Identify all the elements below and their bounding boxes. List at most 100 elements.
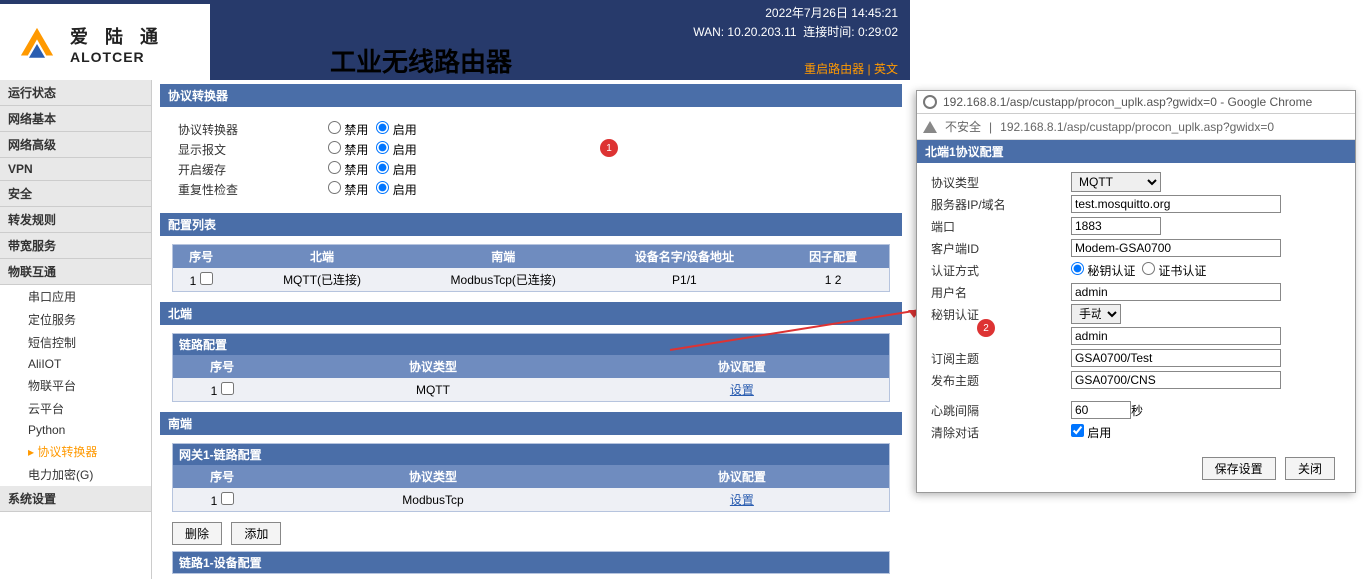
warning-icon <box>923 121 937 133</box>
nrow-idx: 1 <box>211 384 218 398</box>
row-cause: 1 2 <box>777 270 889 290</box>
lang-link[interactable]: 英文 <box>874 62 898 76</box>
col-north: 北端 <box>229 245 415 268</box>
row-north: MQTT(已连接) <box>229 268 415 291</box>
logo-area: 爱 陆 通 ALOTCER <box>0 4 210 84</box>
srow-idx: 1 <box>211 494 218 508</box>
table-row: 1 ModbusTcp 设置 <box>173 488 889 511</box>
radio-auth-secret[interactable] <box>1071 262 1084 275</box>
lbl-secret: 秘钥认证 <box>931 306 1071 323</box>
lbl-port: 端口 <box>931 218 1071 235</box>
south-config-link[interactable]: 设置 <box>730 493 754 507</box>
panel-link: 链路配置 <box>173 334 889 355</box>
nrow-proto: MQTT <box>271 380 595 400</box>
lbl-server: 服务器IP/域名 <box>931 196 1071 213</box>
north-config-link[interactable]: 设置 <box>730 383 754 397</box>
section-north: 北端 <box>160 302 902 325</box>
nav-forward[interactable]: 转发规则 <box>0 207 151 233</box>
nav-system[interactable]: 系统设置 <box>0 486 151 512</box>
input-subtopic[interactable] <box>1071 349 1281 367</box>
opt-converter-enable[interactable] <box>376 121 389 134</box>
input-heartbeat[interactable] <box>1071 401 1131 419</box>
srow-proto: ModbusTcp <box>271 490 595 510</box>
opt-dupcheck-enable[interactable] <box>376 181 389 194</box>
lbl-clientid: 客户端ID <box>931 240 1071 257</box>
nav-location[interactable]: 定位服务 <box>0 308 151 331</box>
check-clear[interactable] <box>1071 424 1084 437</box>
col3-proto: 协议类型 <box>271 465 595 488</box>
select-proto[interactable]: MQTT <box>1071 172 1161 192</box>
opt-converter-label: 协议转换器 <box>178 121 328 138</box>
delete-button[interactable]: 删除 <box>172 522 222 545</box>
lbl-subtopic: 订阅主题 <box>931 350 1071 367</box>
opt-show-msg-label: 显示报文 <box>178 141 328 158</box>
lbl-heartbeat: 心跳间隔 <box>931 402 1071 419</box>
input-user[interactable] <box>1071 283 1281 301</box>
opt-cache-enable[interactable] <box>376 161 389 174</box>
panel-last: 链路1-设备配置 <box>173 552 889 573</box>
brand-en: ALOTCER <box>70 49 164 65</box>
panel-gw: 网关1-链路配置 <box>173 444 889 465</box>
popup-title: 192.168.8.1/asp/custapp/procon_uplk.asp?… <box>943 95 1312 109</box>
popup-url: 192.168.8.1/asp/custapp/procon_uplk.asp?… <box>1000 120 1274 134</box>
nav-security[interactable]: 安全 <box>0 181 151 207</box>
nav-aliiot[interactable]: AliIOT <box>0 354 151 374</box>
nav-bandwidth[interactable]: 带宽服务 <box>0 233 151 259</box>
row-idx: 1 <box>190 274 197 288</box>
section-list: 配置列表 <box>160 213 902 236</box>
col-dev: 设备名字/设备地址 <box>591 245 777 268</box>
input-server[interactable] <box>1071 195 1281 213</box>
wan-info: WAN: 10.20.203.11 <box>693 25 796 39</box>
nav-python[interactable]: Python <box>0 420 151 440</box>
lbl-clear: 清除对话 <box>931 424 1071 441</box>
brand-cn: 爱 陆 通 <box>70 23 164 49</box>
nav-netbasic[interactable]: 网络基本 <box>0 106 151 132</box>
opt-converter-disable[interactable] <box>328 121 341 134</box>
sidebar: 运行状态 网络基本 网络高级 VPN 安全 转发规则 带宽服务 物联互通 串口应… <box>0 80 152 579</box>
logo-icon <box>14 21 60 67</box>
save-button[interactable]: 保存设置 <box>1202 457 1276 480</box>
opt-show-msg-enable[interactable] <box>376 141 389 154</box>
nav-netadv[interactable]: 网络高级 <box>0 132 151 158</box>
radio-auth-cert[interactable] <box>1142 262 1155 275</box>
input-port[interactable] <box>1071 217 1161 235</box>
table-row: 1 MQTT 设置 <box>173 378 889 401</box>
restart-link[interactable]: 重启路由器 <box>804 62 864 76</box>
opt-show-msg-disable[interactable] <box>328 141 341 154</box>
page-title: 工业无线路由器 <box>330 42 512 80</box>
nav-protocol-converter[interactable]: 协议转换器 <box>0 440 151 463</box>
opt-cache-disable[interactable] <box>328 161 341 174</box>
col2-idx: 序号 <box>173 355 271 378</box>
conn-time: 连接时间: 0:29:02 <box>803 25 898 39</box>
input-clientid[interactable] <box>1071 239 1281 257</box>
datetime: 2022年7月26日 14:45:21 <box>693 4 898 23</box>
lbl-user: 用户名 <box>931 284 1071 301</box>
nrow-check[interactable] <box>221 382 234 395</box>
marker-2: 2 <box>977 319 995 337</box>
section-protocol: 协议转换器 <box>160 84 902 107</box>
nav-iot[interactable]: 物联互通 <box>0 259 151 285</box>
add-button[interactable]: 添加 <box>231 522 281 545</box>
opt-dupcheck-disable[interactable] <box>328 181 341 194</box>
nav-runtime[interactable]: 运行状态 <box>0 80 151 106</box>
col2-cfg: 协议配置 <box>595 355 889 378</box>
section-south: 南端 <box>160 412 902 435</box>
nav-serial[interactable]: 串口应用 <box>0 285 151 308</box>
nav-cloud[interactable]: 云平台 <box>0 397 151 420</box>
input-pubtopic[interactable] <box>1071 371 1281 389</box>
opt-cache-label: 开启缓存 <box>178 161 328 178</box>
nav-sms[interactable]: 短信控制 <box>0 331 151 354</box>
opt-dupcheck-label: 重复性检查 <box>178 181 328 198</box>
nav-power[interactable]: 电力加密(G) <box>0 463 151 486</box>
lbl-proto: 协议类型 <box>931 174 1071 191</box>
select-secret-mode[interactable]: 手动 <box>1071 304 1121 324</box>
row-dev: P1/1 <box>591 270 777 290</box>
input-secret[interactable] <box>1071 327 1281 345</box>
srow-check[interactable] <box>221 492 234 505</box>
row-check[interactable] <box>200 272 213 285</box>
nav-vpn[interactable]: VPN <box>0 158 151 181</box>
nav-iotplatform[interactable]: 物联平台 <box>0 374 151 397</box>
close-button[interactable]: 关闭 <box>1285 457 1335 480</box>
popup-header: 北端1协议配置 <box>917 140 1355 163</box>
lbl-pubtopic: 发布主题 <box>931 372 1071 389</box>
